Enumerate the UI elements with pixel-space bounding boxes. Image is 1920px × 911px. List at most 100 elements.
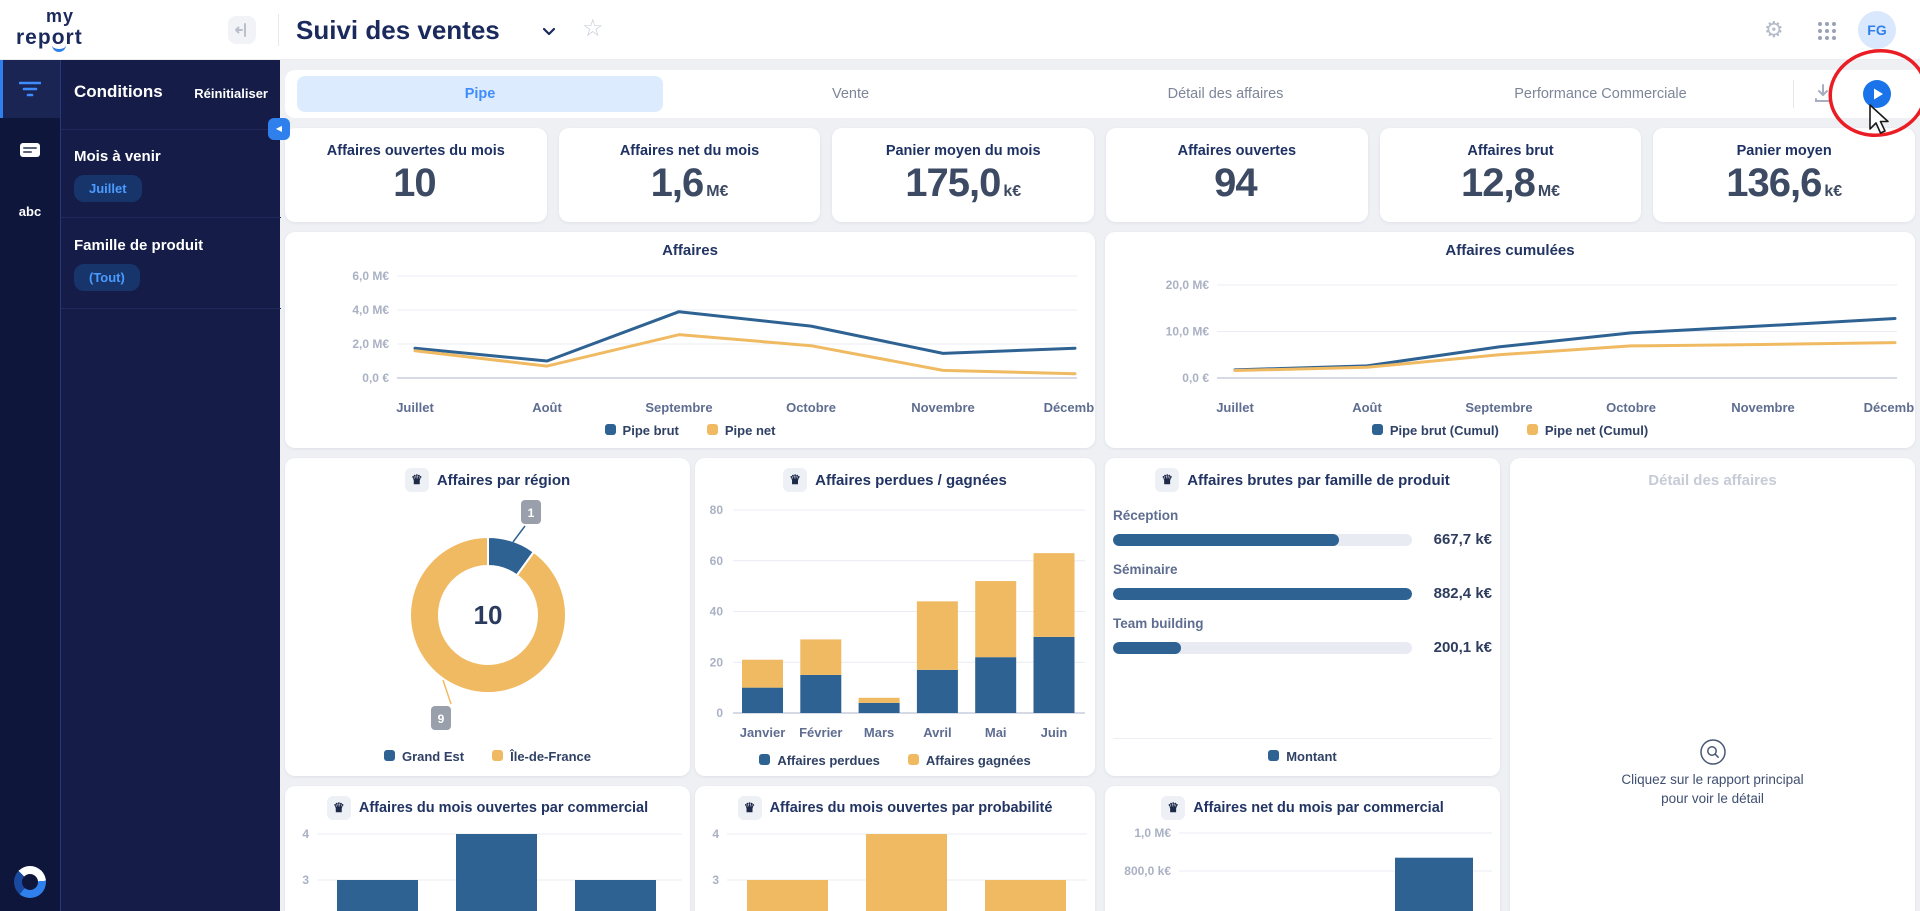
kpi-card: Affaires ouvertes du mois10	[285, 128, 547, 222]
svg-text:Août: Août	[532, 400, 562, 415]
chart-mois-ouvertes-probabilite[interactable]: ♛Affaires du mois ouvertes par probabili…	[695, 786, 1095, 911]
svg-text:Décembre: Décembre	[1864, 400, 1915, 415]
svg-text:Août: Août	[1352, 400, 1382, 415]
svg-text:Mai: Mai	[985, 725, 1007, 740]
svg-text:1,0 M€: 1,0 M€	[1134, 826, 1171, 840]
crown-icon: ♛	[327, 796, 351, 820]
toolbar-divider	[1793, 80, 1794, 108]
svg-text:9: 9	[438, 712, 445, 726]
sidebar-item-filters[interactable]	[0, 60, 60, 118]
kpi-card: Affaires brut12,8M€	[1380, 128, 1642, 222]
svg-text:2,0 M€: 2,0 M€	[352, 337, 389, 351]
kpi-card: Panier moyen136,6k€	[1653, 128, 1915, 222]
settings-gear-icon[interactable]: ⚙	[1764, 17, 1784, 43]
svg-text:1: 1	[528, 506, 535, 520]
svg-text:Novembre: Novembre	[1731, 400, 1795, 415]
filter-funnel-icon	[19, 81, 41, 97]
svg-text:10: 10	[474, 600, 503, 630]
svg-text:3: 3	[302, 873, 309, 887]
kpi-row: Affaires ouvertes du mois10 Affaires net…	[285, 128, 1915, 222]
svg-text:4: 4	[712, 827, 719, 841]
tab-vente[interactable]: Vente	[663, 70, 1038, 118]
svg-text:Juin: Juin	[1041, 725, 1068, 740]
svg-text:Juillet: Juillet	[396, 400, 434, 415]
conditions-panel: Conditions Réinitialiser Mois à venir Ju…	[60, 60, 280, 911]
svg-text:Septembre: Septembre	[1465, 400, 1532, 415]
kpi-card: Affaires ouvertes94	[1106, 128, 1368, 222]
abc-icon: abc	[19, 204, 41, 219]
svg-text:80: 80	[710, 503, 724, 517]
svg-text:Janvier: Janvier	[740, 725, 786, 740]
conditions-title: Conditions	[74, 82, 163, 102]
avatar[interactable]: FG	[1858, 11, 1896, 49]
chart-affaires-perdues-gagnees[interactable]: ♛Affaires perdues / gagnées 020406080Jan…	[695, 458, 1095, 776]
chart-affaires-brutes-famille[interactable]: ♛Affaires brutes par famille de produit …	[1105, 458, 1500, 776]
top-bar: my report Suivi des ventes ☆ ⚙ FG	[0, 0, 1920, 60]
reset-filters-button[interactable]: Réinitialiser	[194, 86, 268, 101]
tab-detail-affaires[interactable]: Détail des affaires	[1038, 70, 1413, 118]
kpi-card: Affaires net du mois1,6M€	[559, 128, 821, 222]
chart-affaires-par-region[interactable]: ♛Affaires par région 1019 Grand EstÎle-d…	[285, 458, 690, 776]
collapse-panel-arrow[interactable]: ◀	[268, 118, 290, 140]
svg-text:Septembre: Septembre	[645, 400, 712, 415]
svg-text:Novembre: Novembre	[911, 400, 975, 415]
sidebar-item-comments[interactable]	[0, 122, 60, 180]
filter-value-product-family[interactable]: (Tout)	[74, 264, 140, 291]
panel-divider	[61, 217, 281, 218]
crown-icon: ♛	[1161, 796, 1185, 820]
svg-text:10,0 M€: 10,0 M€	[1166, 325, 1210, 339]
svg-text:4: 4	[302, 827, 309, 841]
icon-rail: abc	[0, 60, 60, 911]
header-divider	[278, 14, 279, 46]
panel-divider	[61, 129, 281, 130]
detail-affaires-panel[interactable]: Détail des affaires Cliquez sur le rappo…	[1510, 458, 1915, 911]
chart-net-mois-commercial[interactable]: ♛Affaires net du mois par commercial 1,0…	[1105, 786, 1500, 911]
svg-text:20,0 M€: 20,0 M€	[1166, 278, 1210, 292]
svg-text:20: 20	[710, 655, 724, 669]
svg-text:Mars: Mars	[864, 725, 894, 740]
favorite-star-icon[interactable]: ☆	[582, 14, 604, 43]
svg-text:3: 3	[712, 873, 719, 887]
kpi-card: Panier moyen du mois175,0k€	[832, 128, 1094, 222]
sidebar-item-abc[interactable]: abc	[0, 182, 60, 240]
tab-bar: Pipe Vente Détail des affaires Performan…	[285, 70, 1920, 118]
panel-divider	[61, 308, 281, 309]
crown-icon: ♛	[1155, 468, 1179, 492]
svg-text:Octobre: Octobre	[786, 400, 836, 415]
svg-text:Juillet: Juillet	[1216, 400, 1254, 415]
svg-text:0,0 €: 0,0 €	[362, 371, 389, 385]
myreport-dashboard: my report Suivi des ventes ☆ ⚙ FG abc Co…	[0, 0, 1920, 911]
play-button[interactable]	[1863, 80, 1891, 108]
tab-performance-commerciale[interactable]: Performance Commerciale	[1413, 70, 1788, 118]
myreport-logo: my report	[16, 7, 83, 48]
crown-icon: ♛	[405, 468, 429, 492]
svg-text:Février: Février	[799, 725, 842, 740]
svg-text:6,0 M€: 6,0 M€	[352, 269, 389, 283]
comment-icon	[19, 142, 41, 160]
crown-icon: ♛	[738, 796, 762, 820]
svg-text:40: 40	[710, 605, 724, 619]
apps-grid-icon[interactable]	[1818, 22, 1836, 40]
filter-value-month[interactable]: Juillet	[74, 175, 142, 202]
svg-text:Avril: Avril	[923, 725, 951, 740]
svg-text:0,0 €: 0,0 €	[1182, 371, 1209, 385]
filter-label-month: Mois à venir	[74, 148, 161, 165]
chart-affaires[interactable]: Affaires 0,0 €2,0 M€4,0 M€6,0 M€JuilletA…	[285, 232, 1095, 448]
svg-text:800,0 k€: 800,0 k€	[1124, 864, 1171, 878]
magnifier-icon	[1699, 738, 1727, 766]
crown-icon: ♛	[783, 468, 807, 492]
svg-text:60: 60	[710, 554, 724, 568]
svg-text:Décembre: Décembre	[1044, 400, 1095, 415]
filter-label-product-family: Famille de produit	[74, 237, 203, 254]
svg-text:4,0 M€: 4,0 M€	[352, 303, 389, 317]
tab-pipe[interactable]: Pipe	[297, 76, 663, 112]
chart-affaires-cumulees[interactable]: Affaires cumulées 0,0 €10,0 M€20,0 M€Jui…	[1105, 232, 1915, 448]
chart-mois-ouvertes-commercial[interactable]: ♛Affaires du mois ouvertes par commercia…	[285, 786, 690, 911]
svg-text:0: 0	[716, 706, 723, 720]
myreport-swirl-logo	[14, 866, 46, 898]
download-icon[interactable]	[1811, 82, 1835, 106]
page-title: Suivi des ventes	[296, 0, 500, 60]
svg-text:Octobre: Octobre	[1606, 400, 1656, 415]
collapse-sidebar-icon[interactable]	[228, 16, 256, 44]
chevron-down-icon[interactable]	[542, 27, 556, 36]
